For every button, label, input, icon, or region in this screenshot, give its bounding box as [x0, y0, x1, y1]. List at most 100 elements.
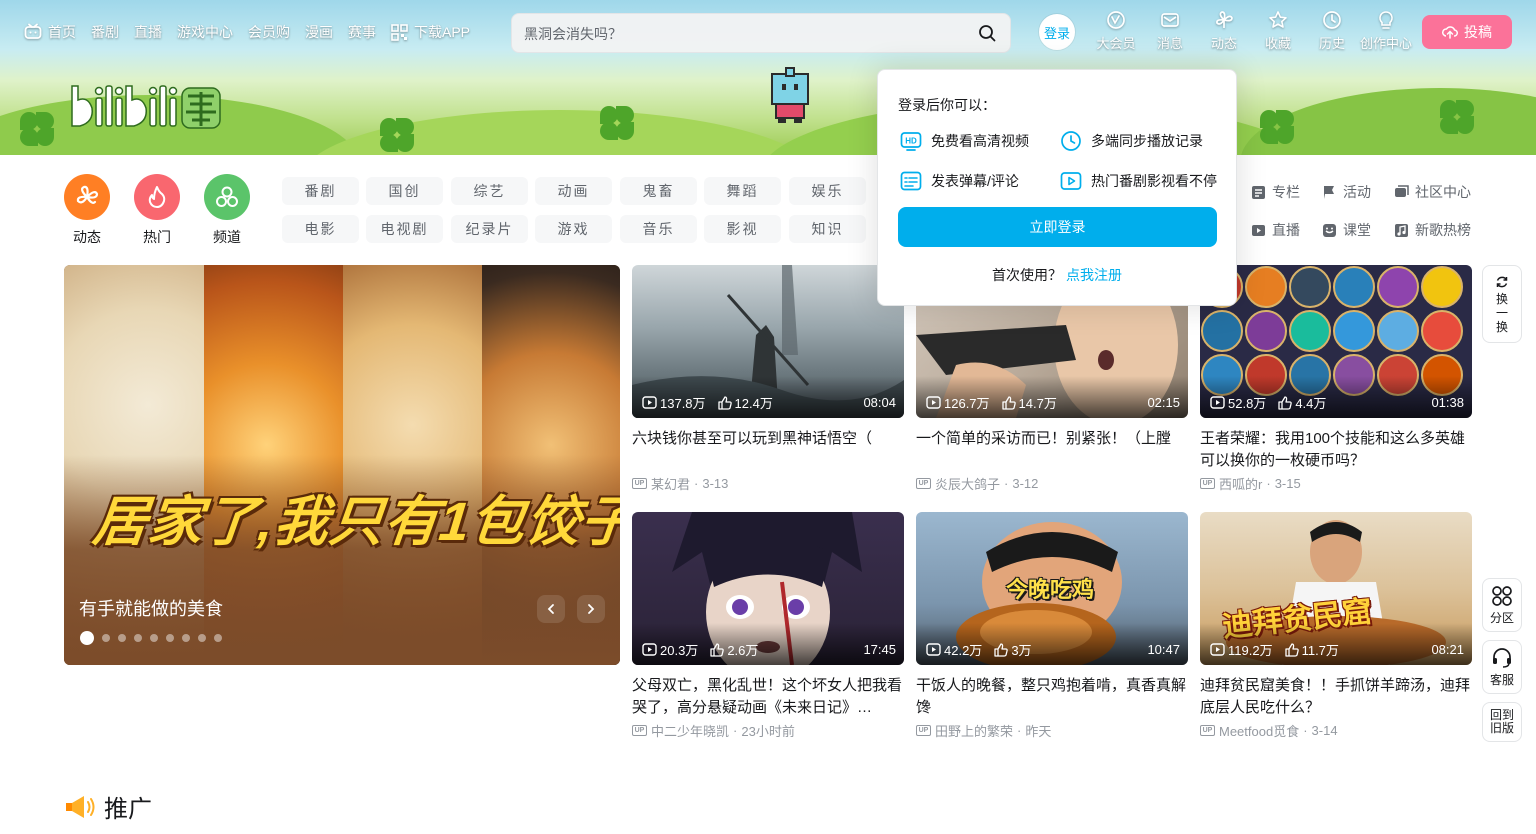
- column-icon: [1252, 185, 1265, 199]
- channel-channels[interactable]: 频道: [204, 174, 250, 247]
- video-meta[interactable]: UP 中二少年晓凯 · 23小时前: [632, 721, 904, 740]
- chip-tv-drama[interactable]: 电视剧: [366, 215, 443, 243]
- nav-manga[interactable]: 漫画: [305, 22, 333, 42]
- carousel-dot[interactable]: [102, 634, 110, 642]
- video-title[interactable]: 迪拜贫民窟美食！！手抓饼羊蹄汤，迪拜底层人民吃什么？: [1200, 675, 1472, 719]
- up-badge-icon: UP: [916, 725, 931, 736]
- nav-match[interactable]: 赛事: [348, 22, 376, 42]
- chip-animation[interactable]: 动画: [535, 177, 612, 205]
- video-thumbnail[interactable]: 20.3万 2.6万 17:45: [632, 512, 904, 665]
- header-banner: 首页 番剧 直播 游戏中心 会员购 漫画 赛事 下载APP 登录 大会员: [0, 0, 1536, 155]
- nav-mall-label: 会员购: [248, 24, 290, 40]
- video-title[interactable]: 一个简单的采访而已！别紧张！（上膛: [916, 428, 1188, 472]
- nav-live-label: 直播: [134, 24, 162, 40]
- community-icon: [1395, 184, 1409, 197]
- perk-danmaku-label: 发表弹幕/评论: [931, 173, 1019, 189]
- carousel-dot[interactable]: [80, 631, 94, 645]
- vip-button[interactable]: 大会员: [1089, 10, 1143, 52]
- message-button[interactable]: 消息: [1143, 10, 1197, 52]
- video-meta[interactable]: UP 西呱的r · 3-15: [1200, 474, 1472, 493]
- video-card: 52.8万 4.4万 01:38 王者荣耀：我用100个技能和这么多英雄可以换你…: [1200, 265, 1472, 493]
- video-title[interactable]: 王者荣耀：我用100个技能和这么多英雄可以换你的一枚硬币吗？: [1200, 428, 1472, 472]
- chip-film[interactable]: 影视: [704, 215, 781, 243]
- carousel-prev-button[interactable]: [537, 595, 565, 623]
- chip-entertainment[interactable]: 娱乐: [789, 177, 866, 205]
- thumbnail-overlay-text: 今晚吃鸡: [1006, 577, 1095, 602]
- history-button[interactable]: 历史: [1305, 10, 1359, 52]
- banner-carousel[interactable]: 居家了,我只有1包饺子 有手就能做的美食: [64, 265, 620, 665]
- video-title[interactable]: 干饭人的晚餐，整只鸡抱着啃，真香真解馋: [916, 675, 1188, 719]
- chip-documentary[interactable]: 纪录片: [451, 215, 528, 243]
- clover-decoration: [20, 112, 54, 146]
- chip-music[interactable]: 音乐: [620, 215, 697, 243]
- nav-mall[interactable]: 会员购: [248, 22, 290, 42]
- chip-bangumi[interactable]: 番剧: [282, 177, 359, 205]
- nav-download-app[interactable]: 下载APP: [391, 22, 470, 42]
- nav-download-label: 下载APP: [414, 24, 471, 40]
- up-badge-icon: UP: [632, 478, 647, 489]
- video-title[interactable]: 父母双亡，黑化乱世！这个坏女人把我看哭了，高分悬疑动画《未来日记》…: [632, 675, 904, 719]
- video-meta[interactable]: UP 炎辰大鸽子 · 3-12: [916, 474, 1188, 493]
- video-card: 迪拜贫民窟 119.2万 11.7万 08:21 迪拜贫民窟美食！！手抓饼羊蹄汤…: [1200, 512, 1472, 740]
- back-to-old-version-button[interactable]: 回到 旧版: [1482, 702, 1522, 742]
- carousel-dot[interactable]: [214, 634, 222, 642]
- search-input[interactable]: [524, 23, 964, 45]
- link-new-songs[interactable]: 新歌热榜: [1394, 220, 1471, 240]
- thumbs-up-icon: [994, 642, 1009, 657]
- chip-variety[interactable]: 综艺: [451, 177, 528, 205]
- dynamic-button[interactable]: 动态: [1197, 10, 1251, 52]
- login-now-button[interactable]: 立即登录: [898, 207, 1217, 247]
- nav-home-label: 首页: [48, 24, 76, 40]
- chip-movie[interactable]: 电影: [282, 215, 359, 243]
- zone-button[interactable]: 分区: [1482, 578, 1522, 632]
- carousel-dot[interactable]: [118, 634, 126, 642]
- video-meta[interactable]: UP 田野上的繁荣 · 昨天: [916, 721, 1188, 740]
- video-stats: 42.2万 3万 10:47: [926, 640, 1180, 659]
- perk-sync: 多端同步播放记录: [1060, 130, 1203, 152]
- video-thumbnail[interactable]: 迪拜贫民窟 119.2万 11.7万 08:21: [1200, 512, 1472, 665]
- video-title[interactable]: 六块钱你甚至可以玩到黑神话悟空（: [632, 428, 904, 472]
- vip-icon: [1107, 11, 1125, 29]
- search-icon[interactable]: [978, 24, 996, 42]
- carousel-dot[interactable]: [182, 634, 190, 642]
- chip-game[interactable]: 游戏: [535, 215, 612, 243]
- carousel-caption[interactable]: 有手就能做的美食: [79, 595, 223, 621]
- video-thumbnail[interactable]: 137.8万 12.4万 08:04: [632, 265, 904, 418]
- clock-sync-icon: [1061, 131, 1081, 151]
- fire-icon: [148, 186, 166, 208]
- video-thumbnail[interactable]: 52.8万 4.4万 01:38: [1200, 265, 1472, 418]
- service-button[interactable]: 客服: [1482, 640, 1522, 694]
- nav-bangumi[interactable]: 番剧: [91, 22, 119, 42]
- login-avatar-button[interactable]: 登录: [1039, 14, 1075, 50]
- upload-button[interactable]: 投稿: [1422, 15, 1512, 49]
- nav-live[interactable]: 直播: [134, 22, 162, 42]
- favorite-button[interactable]: 收藏: [1251, 10, 1305, 52]
- link-activity[interactable]: 活动: [1322, 182, 1371, 202]
- channel-hot[interactable]: 热门: [134, 174, 180, 247]
- creator-center-button[interactable]: 创作中心: [1359, 10, 1413, 52]
- video-thumbnail[interactable]: 今晚吃鸡 42.2万 3万 10:47: [916, 512, 1188, 665]
- chip-guochuang[interactable]: 国创: [366, 177, 443, 205]
- carousel-dot[interactable]: [134, 634, 142, 642]
- channel-dynamic[interactable]: 动态: [64, 174, 110, 247]
- refresh-button[interactable]: 换一换: [1482, 265, 1522, 343]
- qrcode-icon: [391, 23, 408, 41]
- nav-game-center[interactable]: 游戏中心: [177, 22, 233, 42]
- carousel-dot[interactable]: [166, 634, 174, 642]
- carousel-next-button[interactable]: [577, 595, 605, 623]
- carousel-dot[interactable]: [150, 634, 158, 642]
- link-column[interactable]: 专栏: [1251, 182, 1300, 202]
- carousel-dot[interactable]: [198, 634, 206, 642]
- dynamic-label: 动态: [1210, 36, 1237, 51]
- nav-home[interactable]: 首页: [24, 22, 76, 42]
- video-meta[interactable]: UP 某幻君 · 3-13: [632, 474, 904, 493]
- register-link[interactable]: 点我注册: [1066, 267, 1122, 283]
- link-live[interactable]: 直播: [1251, 220, 1300, 240]
- link-community[interactable]: 社区中心: [1394, 182, 1471, 202]
- link-classroom[interactable]: 课堂: [1322, 220, 1371, 240]
- chip-knowledge[interactable]: 知识: [789, 215, 866, 243]
- video-meta[interactable]: UP Meetfood觅食 · 3-14: [1200, 721, 1472, 740]
- chip-kichiku[interactable]: 鬼畜: [620, 177, 697, 205]
- chip-dance[interactable]: 舞蹈: [704, 177, 781, 205]
- video-card: 137.8万 12.4万 08:04 六块钱你甚至可以玩到黑神话悟空（ UP 某幻…: [632, 265, 904, 493]
